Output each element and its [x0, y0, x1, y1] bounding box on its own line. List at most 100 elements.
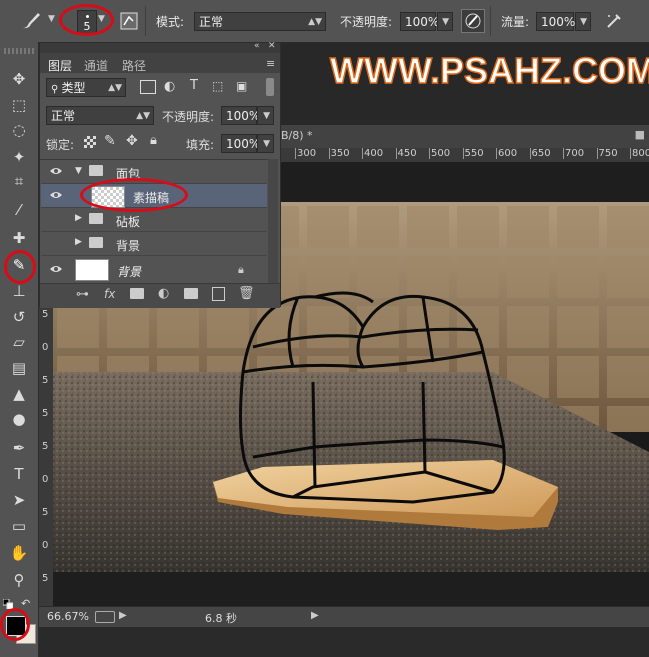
zoom-level[interactable]: 66.67%	[47, 610, 89, 623]
zoom-icon[interactable]: ⚲	[6, 569, 32, 591]
status-bar: 66.67% ▶ 6.8 秒 ▶	[39, 606, 649, 627]
filter-adjustment-icon[interactable]: ◐	[164, 79, 175, 94]
ruler-tick-label: 700	[563, 148, 585, 159]
new-layer-icon[interactable]	[212, 287, 225, 301]
move-icon[interactable]: ✥	[6, 68, 32, 90]
status-info-icon[interactable]	[95, 611, 115, 623]
crop-icon[interactable]: ⌗	[6, 170, 32, 192]
layer-opacity-dropdown[interactable]: ▼	[257, 106, 274, 125]
brush-panel-toggle-icon[interactable]	[120, 12, 138, 33]
lasso-icon[interactable]: ◌	[6, 119, 32, 141]
layer-list-scrollbar[interactable]	[268, 159, 278, 283]
gradient-icon[interactable]: ▤	[6, 357, 32, 379]
annotation-circle-brush-tool	[4, 250, 36, 284]
filter-shape-icon[interactable]: ⬚	[212, 79, 223, 93]
document-tab[interactable]: B/8) * ■	[281, 125, 649, 149]
lock-position-icon[interactable]: ✥	[126, 133, 138, 149]
fill-dropdown[interactable]: ▼	[257, 134, 274, 153]
fx-icon[interactable]: fx	[104, 287, 115, 301]
ruler-tick-label: 350	[328, 148, 350, 159]
visibility-eye-icon[interactable]	[50, 190, 62, 200]
blend-mode-select[interactable]: 正常 ▲▼	[46, 106, 154, 125]
brush-preset-icon[interactable]	[20, 11, 42, 34]
filter-smartobject-icon[interactable]: ▣	[236, 79, 247, 93]
layer-row-background[interactable]: 背景 🔒︎	[41, 256, 267, 284]
chevron-down-icon: ▼	[263, 139, 270, 149]
opacity-dropdown[interactable]: ▼	[437, 12, 453, 31]
blur-icon[interactable]: ▲	[6, 383, 32, 405]
airbrush-icon[interactable]	[604, 11, 624, 34]
healing-icon[interactable]: ✚	[6, 227, 32, 249]
ruler-tick-label: 800	[630, 148, 649, 159]
tab-paths[interactable]: 路径	[122, 57, 146, 74]
type-icon[interactable]: T	[6, 463, 32, 485]
layer-filter-select[interactable]: ⚲ 类型 ▲▼	[46, 78, 126, 97]
layer-row-board-group[interactable]: ▶ 砧板	[41, 208, 267, 232]
chevron-down-icon: ▲▼	[308, 17, 322, 27]
ruler-tick-label: 5	[42, 507, 49, 518]
path-select-icon[interactable]: ➤	[6, 489, 32, 511]
pen-icon[interactable]: ✒	[6, 437, 32, 459]
tab-layers[interactable]: 图层	[48, 57, 72, 74]
document-close-icon[interactable]: ■	[635, 128, 645, 141]
marquee-icon[interactable]: ⬚	[6, 94, 32, 116]
status-menu-arrow[interactable]: ▶	[119, 610, 127, 621]
eraser-icon[interactable]: ▱	[6, 331, 32, 353]
visibility-eye-icon[interactable]	[50, 264, 62, 274]
filter-type-icon[interactable]: T	[190, 78, 198, 93]
group-expand-chevron-icon[interactable]: ▼	[75, 166, 82, 176]
filter-toggle[interactable]	[266, 78, 274, 96]
layer-opacity-value: 100%	[226, 109, 261, 123]
link-layers-icon[interactable]: ⊶	[76, 287, 89, 302]
shape-icon[interactable]: ▭	[6, 515, 32, 537]
default-colors-icon[interactable]	[2, 598, 14, 610]
collapse-panel-icon[interactable]: «	[254, 41, 260, 51]
layer-name: 背景	[116, 239, 141, 253]
layer-opacity-field[interactable]: 100%	[221, 106, 261, 125]
close-panel-icon[interactable]: ✕	[268, 41, 276, 51]
eyedropper-icon[interactable]: ⁄	[6, 199, 32, 221]
group-collapse-chevron-icon[interactable]: ▶	[75, 213, 82, 223]
ruler-tick-label: 500	[429, 148, 451, 159]
tools-panel: ✥ ⬚ ◌ ✦ ⌗ ⁄ ✚ ✎ ⊥ ↺ ▱ ▤ ▲ ● ✒ T ➤ ▭ ✋ ⚲ ↶	[0, 42, 39, 657]
ruler-tick-label: 600	[496, 148, 518, 159]
toolbar-grip[interactable]	[4, 48, 34, 54]
fill-field[interactable]: 100%	[221, 134, 260, 153]
lock-transparent-icon[interactable]	[84, 136, 96, 148]
swap-colors-icon[interactable]: ↶	[21, 597, 30, 610]
mode-select[interactable]: 正常 ▲▼	[194, 12, 326, 31]
visibility-eye-icon[interactable]	[50, 166, 62, 176]
group-collapse-chevron-icon[interactable]: ▶	[75, 237, 82, 247]
layer-row-background-group[interactable]: ▶ 背景	[41, 232, 267, 256]
status-scroll-right[interactable]: ▶	[311, 610, 319, 621]
layer-name: 背景	[117, 265, 142, 279]
hand-icon[interactable]: ✋	[6, 542, 32, 564]
layer-thumbnail	[75, 259, 109, 281]
chevron-down-icon: ▼	[263, 111, 270, 121]
adjustment-layer-icon[interactable]: ◐	[158, 286, 169, 301]
new-group-icon[interactable]	[184, 288, 198, 299]
pressure-opacity-icon[interactable]	[461, 9, 485, 33]
annotation-circle-foreground	[0, 608, 30, 641]
delete-layer-icon[interactable]: 🗑︎	[238, 286, 255, 301]
tab-channels[interactable]: 通道	[84, 57, 108, 74]
panel-header-bar	[40, 43, 280, 53]
flow-dropdown[interactable]: ▼	[575, 12, 591, 31]
layer-mask-icon[interactable]	[130, 288, 144, 299]
lock-image-icon[interactable]: ✎	[104, 133, 116, 149]
brush-preset-dropdown-arrow[interactable]: ▼	[48, 14, 55, 24]
chevron-down-icon: ▼	[442, 17, 449, 27]
magic-wand-icon[interactable]: ✦	[6, 146, 32, 168]
dodge-icon[interactable]: ●	[6, 408, 32, 430]
lock-all-icon[interactable]: 🔒︎	[150, 133, 157, 148]
opacity-field[interactable]: 100%	[400, 12, 439, 31]
fill-label: 填充:	[186, 138, 215, 152]
panel-menu-icon[interactable]: ≡	[266, 57, 275, 70]
bottom-dock	[39, 627, 649, 657]
ruler-tick-label: 400	[362, 148, 384, 159]
filter-pixel-icon[interactable]	[140, 80, 156, 94]
search-icon: ⚲	[51, 84, 62, 95]
flow-field[interactable]: 100%	[536, 12, 575, 31]
ruler-tick-label: 5	[42, 375, 49, 386]
history-brush-icon[interactable]: ↺	[6, 306, 32, 328]
